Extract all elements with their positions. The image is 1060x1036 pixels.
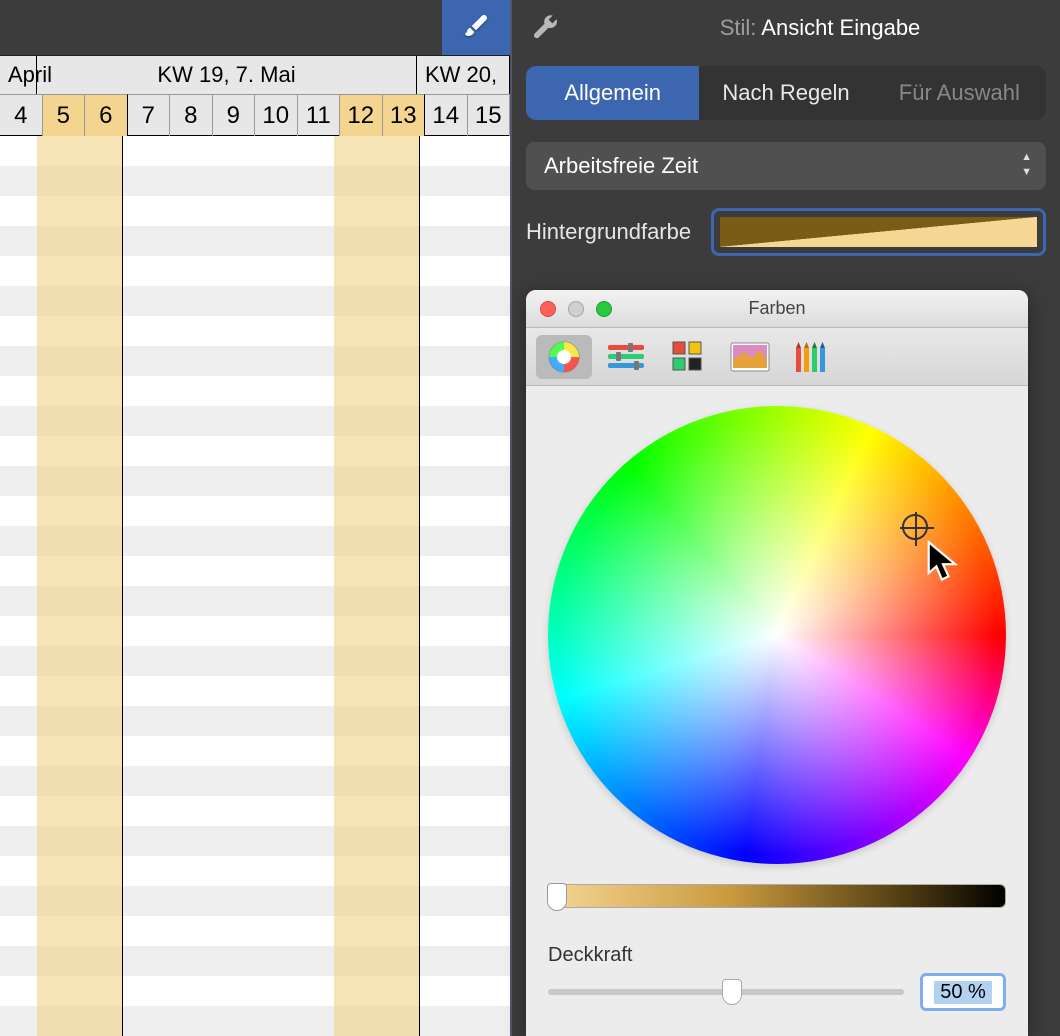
calendar-body	[0, 136, 510, 1036]
opacity-thumb[interactable]	[722, 979, 742, 1005]
brush-icon	[460, 12, 492, 44]
color-swatch-preview	[720, 217, 1037, 247]
calendar-day-cell[interactable]: 12	[340, 94, 383, 136]
calendar-day-cell[interactable]: 4	[0, 94, 43, 136]
tab-rules[interactable]: Nach Regeln	[699, 66, 872, 120]
opacity-field[interactable]: 50 %	[920, 973, 1006, 1011]
brightness-thumb[interactable]	[547, 883, 567, 911]
brightness-slider[interactable]	[548, 884, 1006, 908]
calendar-day-cell[interactable]: 5	[43, 94, 86, 136]
color-picker-title: Farben	[526, 298, 1028, 319]
calendar-week-label: April	[0, 56, 37, 94]
calendar-day-row: 456789101112131415	[0, 94, 510, 136]
calendar-day-cell[interactable]: 7	[128, 94, 171, 136]
color-wheel-tab[interactable]	[536, 335, 592, 379]
background-color-label: Hintergrundfarbe	[526, 219, 691, 245]
color-image-tab[interactable]	[722, 335, 778, 379]
color-wheel[interactable]	[548, 406, 1006, 864]
inspector-title-value: Ansicht Eingabe	[761, 15, 920, 40]
opacity-value: 50 %	[934, 981, 992, 1004]
calendar-toolbar	[0, 0, 510, 56]
inspector-panel: Stil: Ansicht Eingabe Allgemein Nach Reg…	[510, 0, 1060, 1036]
color-picker-titlebar[interactable]: Farben	[526, 290, 1028, 328]
calendar-week-row: AprilKW 19, 7. MaiKW 20,	[0, 56, 510, 94]
color-picker-window: Farben	[526, 290, 1028, 1036]
pencils-icon	[792, 340, 832, 374]
opacity-label: Deckkraft	[548, 944, 1006, 967]
color-pencils-tab[interactable]	[784, 335, 840, 379]
inspector-topbar: Stil: Ansicht Eingabe	[512, 0, 1060, 56]
opacity-row: 50 %	[548, 973, 1006, 1011]
color-picker-tab-row	[526, 328, 1028, 386]
calendar-day-cell[interactable]: 9	[213, 94, 256, 136]
calendar-header: AprilKW 19, 7. MaiKW 20, 456789101112131…	[0, 56, 510, 136]
inspector-tabs: Allgemein Nach Regeln Für Auswahl	[526, 66, 1046, 120]
calendar-day-cell[interactable]: 13	[383, 94, 426, 136]
calendar-pane: AprilKW 19, 7. MaiKW 20, 456789101112131…	[0, 0, 510, 1036]
color-wheel-icon	[547, 340, 581, 374]
color-picker-body: Deckkraft 50 %	[526, 386, 1028, 1011]
nonworking-highlight	[334, 136, 419, 1036]
calendar-day-cell[interactable]: 11	[298, 94, 341, 136]
image-icon	[730, 342, 770, 372]
color-sliders-tab[interactable]	[598, 335, 654, 379]
calendar-day-cell[interactable]: 6	[85, 94, 128, 136]
calendar-day-cell[interactable]: 8	[170, 94, 213, 136]
opacity-slider[interactable]	[548, 989, 904, 995]
background-color-row: Hintergrundfarbe	[526, 208, 1046, 256]
style-brush-button[interactable]	[442, 0, 510, 55]
inspector-title: Stil: Ansicht Eingabe	[580, 15, 1060, 41]
palette-icon	[671, 340, 705, 374]
wrench-icon	[530, 12, 562, 44]
color-wheel-area[interactable]	[548, 406, 1006, 864]
chevron-updown-icon: ▲▼	[1021, 150, 1032, 179]
calendar-day-cell[interactable]: 15	[468, 94, 511, 136]
inspector-title-label: Stil:	[720, 15, 757, 40]
calendar-week-label: KW 19, 7. Mai	[37, 56, 417, 94]
dropdown-value: Arbeitsfreie Zeit	[544, 153, 698, 179]
tab-general[interactable]: Allgemein	[526, 66, 699, 120]
calendar-day-cell[interactable]: 14	[425, 94, 468, 136]
nonworking-highlight	[37, 136, 122, 1036]
settings-wrench-button[interactable]	[512, 0, 580, 56]
background-color-swatch[interactable]	[711, 208, 1046, 256]
calendar-day-cell[interactable]: 10	[255, 94, 298, 136]
calendar-week-label: KW 20,	[417, 56, 510, 94]
color-palette-tab[interactable]	[660, 335, 716, 379]
tab-selection[interactable]: Für Auswahl	[873, 66, 1046, 120]
sliders-icon	[606, 342, 646, 372]
style-target-dropdown[interactable]: Arbeitsfreie Zeit ▲▼	[526, 142, 1046, 190]
